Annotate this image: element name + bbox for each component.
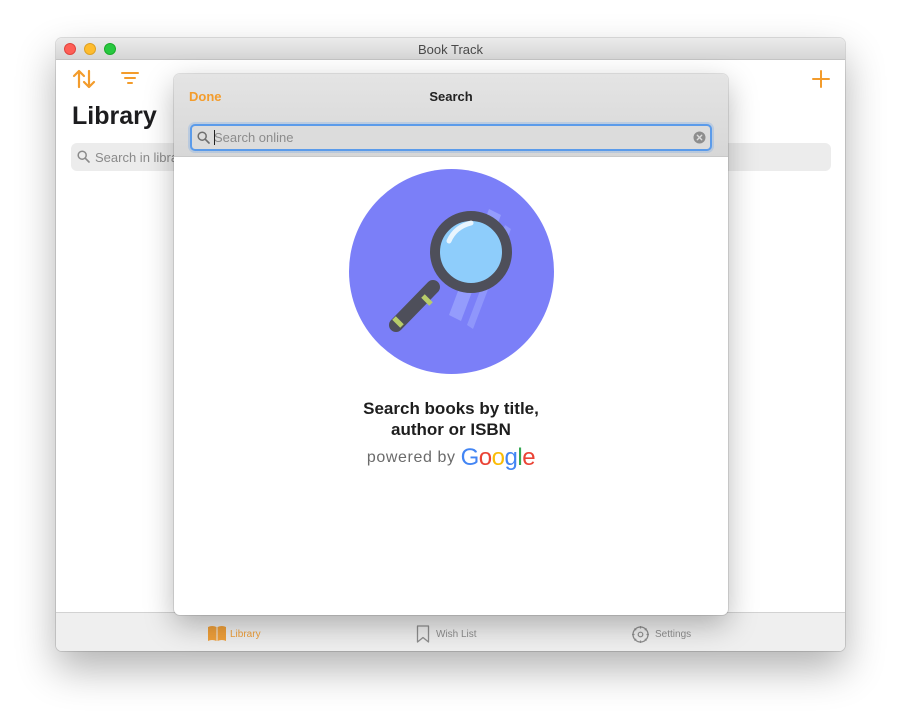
bookmark-icon	[416, 625, 430, 643]
online-search-field[interactable]	[190, 124, 712, 151]
sheet-header: Done Search	[174, 74, 728, 157]
google-logo: Google	[460, 444, 536, 471]
sheet-title: Search	[429, 89, 473, 104]
tab-settings-label: Settings	[655, 629, 692, 640]
filter-lines-icon[interactable]	[120, 70, 140, 86]
online-search-input[interactable]	[214, 128, 684, 147]
plus-icon[interactable]	[811, 69, 831, 89]
text-caret	[214, 130, 215, 145]
title-bar[interactable]: Book Track	[56, 38, 845, 60]
sort-arrows-icon[interactable]	[72, 68, 96, 90]
magnifier-icon	[77, 150, 90, 163]
search-sheet: Done Search Search books by title,	[174, 74, 728, 615]
book-open-icon	[208, 626, 226, 641]
clear-circle-icon[interactable]	[693, 131, 706, 144]
tab-library-label: Library	[230, 629, 261, 640]
page-title: Library	[72, 102, 157, 130]
powered-by-text: powered by	[366, 449, 456, 466]
window-title: Book Track	[417, 42, 484, 57]
gear-icon	[632, 626, 649, 643]
empty-state-message: Search books by title, author or ISBN	[174, 398, 728, 440]
powered-by-google: powered by Google	[174, 444, 728, 472]
magnifier-icon	[197, 131, 210, 144]
tab-bar: Library Wish List Settings	[56, 612, 845, 651]
magnifying-glass-icon	[349, 169, 554, 374]
tab-wish-list-label: Wish List	[436, 629, 477, 640]
empty-state-line-2: author or ISBN	[391, 420, 511, 439]
empty-state-line-1: Search books by title,	[363, 399, 539, 418]
